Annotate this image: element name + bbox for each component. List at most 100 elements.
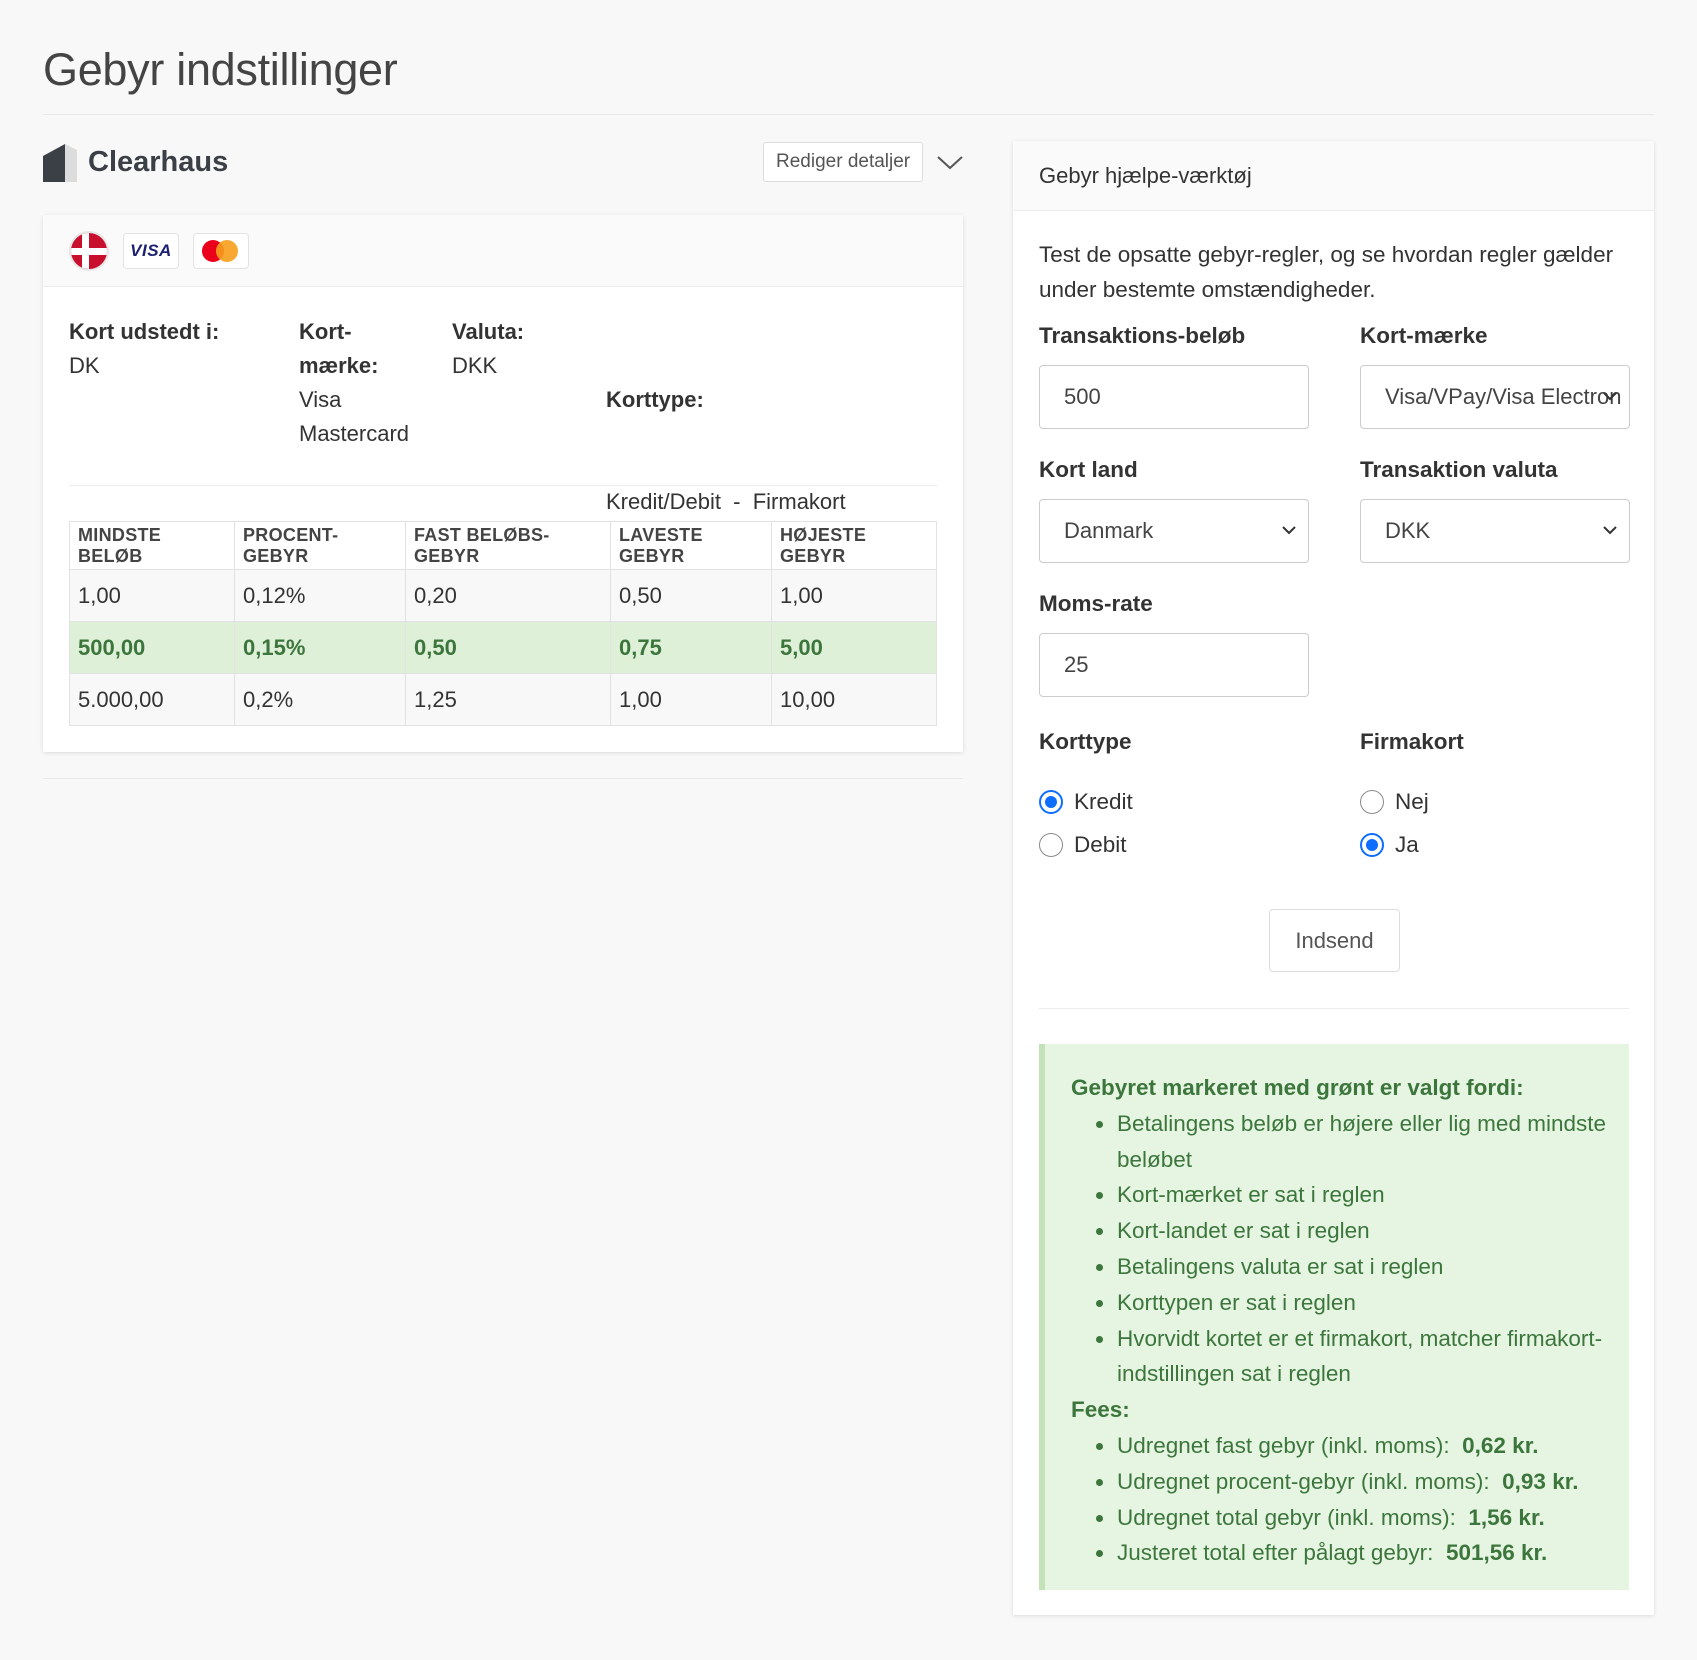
radio-label: Ja — [1395, 832, 1419, 857]
table-cell: 0,50 — [610, 569, 772, 622]
fee-value: 1,56 kr. — [1468, 1504, 1545, 1530]
radio-label: Debit — [1074, 832, 1127, 857]
currency-label: Valuta: — [452, 319, 525, 344]
radio-label: Kredit — [1074, 789, 1133, 814]
visa-wordmark: VISA — [130, 240, 172, 260]
table-cell: 0,20 — [405, 569, 611, 622]
col-header: MINDSTE BELØB — [69, 521, 235, 570]
section-divider — [43, 778, 963, 779]
radio-credit[interactable]: Kredit — [1039, 789, 1133, 815]
col-header: FAST BELØBS-GEBYR — [405, 521, 611, 570]
chevron-down-icon — [1603, 392, 1617, 401]
card-brand-selected: Visa/VPay/Visa Electron — [1385, 384, 1622, 409]
chevron-down-icon — [1282, 526, 1296, 535]
currency-selected: DKK — [1385, 518, 1431, 543]
info-issued-in: Kort udstedt i: DK — [69, 315, 219, 383]
fee-value: 0,62 kr. — [1462, 1432, 1539, 1458]
list-item: Hvorvidt kortet er et firmakort, matcher… — [1096, 1321, 1629, 1393]
amount-input[interactable]: 500 — [1039, 365, 1309, 429]
fee-rule-card: VISA Kort udstedt i: DK Kort- mærke: Vis… — [43, 215, 963, 752]
edit-details-button[interactable]: Rediger detaljer — [763, 142, 924, 182]
info-currency: Valuta: DKK — [452, 315, 524, 383]
card-country-select[interactable]: Danmark — [1039, 499, 1309, 563]
card-brand-label: Kort- — [299, 319, 352, 344]
card-type-label: Korttype: — [606, 387, 704, 412]
fee-label: Udregnet procent-gebyr (inkl. moms): — [1117, 1468, 1490, 1494]
provider-name: Clearhaus — [88, 146, 229, 178]
fee-label: Udregnet fast gebyr (inkl. moms): — [1117, 1432, 1450, 1458]
table-cell: 1,25 — [405, 673, 611, 726]
radio-button[interactable] — [1039, 790, 1063, 814]
table-cell: 5.000,00 — [69, 673, 235, 726]
table-cell: 10,00 — [771, 673, 937, 726]
corporate-card-label: Firmakort — [1360, 729, 1464, 754]
list-item: Betalingens beløb er højere eller lig me… — [1096, 1106, 1629, 1178]
flag-denmark-icon — [69, 230, 109, 271]
table-cell: 0,15% — [234, 621, 406, 674]
table-cell: 500,00 — [69, 621, 235, 674]
fees-list: Udregnet fast gebyr (inkl. moms): 0,62 k… — [1071, 1428, 1629, 1571]
currency-label: Transaktion valuta — [1360, 457, 1558, 482]
fees-heading: Fees: — [1071, 1397, 1130, 1423]
page-title: Gebyr indstillinger — [43, 44, 398, 95]
card-brand-select[interactable]: Visa/VPay/Visa Electron — [1360, 365, 1630, 429]
clearhaus-logo-icon — [43, 144, 77, 182]
radio-corporate-no[interactable]: Nej — [1360, 789, 1429, 815]
table-cell: 0,75 — [610, 621, 772, 674]
list-item: Udregnet total gebyr (inkl. moms): 1,56 … — [1096, 1500, 1629, 1536]
card-brand-value: Mastercard — [299, 421, 410, 446]
col-header: LAVESTE GEBYR — [610, 521, 772, 570]
table-cell: 0,50 — [405, 621, 611, 674]
table-cell: 1,00 — [610, 673, 772, 726]
table-row-selected: 500,00 0,15% 0,50 0,75 5,00 — [69, 621, 937, 674]
info-divider — [69, 485, 937, 486]
fee-label: Udregnet total gebyr (inkl. moms): — [1117, 1504, 1456, 1530]
radio-button[interactable] — [1039, 833, 1063, 857]
card-brand-label: Kort-mærke — [1360, 323, 1488, 348]
list-item: Korttypen er sat i reglen — [1096, 1285, 1629, 1321]
reason-heading: Gebyret markeret med grønt er valgt ford… — [1071, 1075, 1524, 1100]
table-header-row: MINDSTE BELØB PROCENT-GEBYR FAST BELØBS-… — [69, 521, 937, 570]
tool-intro: Test de opsatte gebyr-regler, og se hvor… — [1039, 242, 1614, 302]
card-type-value: Kredit/Debit - Firmakort — [606, 489, 846, 514]
col-header: HØJESTE GEBYR — [771, 521, 937, 570]
table-cell: 1,00 — [771, 569, 937, 622]
issued-in-label: Kort udstedt i: — [69, 319, 220, 344]
table-cell: 1,00 — [69, 569, 235, 622]
vat-input[interactable]: 25 — [1039, 633, 1309, 697]
visa-icon: VISA — [123, 232, 179, 269]
table-cell: 0,2% — [234, 673, 406, 726]
list-item: Justeret total efter pålagt gebyr: 501,5… — [1096, 1535, 1629, 1571]
fee-value: 0,93 kr. — [1502, 1468, 1579, 1494]
col-header: PROCENT-GEBYR — [234, 521, 406, 570]
title-divider — [43, 114, 1654, 115]
list-item: Kort-mærket er sat i reglen — [1096, 1177, 1629, 1213]
radio-button[interactable] — [1360, 833, 1384, 857]
vat-label: Moms-rate — [1039, 591, 1153, 616]
reason-list: Betalingens beløb er højere eller lig me… — [1071, 1106, 1629, 1392]
chevron-down-icon[interactable] — [935, 148, 965, 176]
card-type-label: Korttype — [1039, 729, 1132, 754]
currency-value: DKK — [452, 353, 498, 378]
radio-button[interactable] — [1360, 790, 1384, 814]
fee-value: 501,56 kr. — [1445, 1540, 1548, 1566]
table-cell: 0,12% — [234, 569, 406, 622]
list-item: Betalingens valuta er sat i reglen — [1096, 1249, 1629, 1285]
card-country-label: Kort land — [1039, 457, 1138, 482]
card-brand-value: Visa — [299, 387, 342, 412]
amount-label: Transaktions-beløb — [1039, 323, 1246, 348]
card-brand-label-cont: mærke: — [299, 353, 379, 378]
radio-debit[interactable]: Debit — [1039, 832, 1127, 858]
rule-info: Kort udstedt i: DK Kort- mærke: Visa Mas… — [43, 287, 963, 514]
submit-button[interactable]: Indsend — [1269, 909, 1400, 972]
list-item: Udregnet fast gebyr (inkl. moms): 0,62 k… — [1096, 1428, 1629, 1464]
chevron-down-icon — [1603, 526, 1617, 535]
fee-table: MINDSTE BELØB PROCENT-GEBYR FAST BELØBS-… — [69, 521, 937, 726]
table-row: 5.000,00 0,2% 1,25 1,00 10,00 — [69, 673, 937, 726]
card-country-selected: Danmark — [1064, 518, 1154, 543]
issued-in-value: DK — [69, 353, 100, 378]
currency-select[interactable]: DKK — [1360, 499, 1630, 563]
table-row: 1,00 0,12% 0,20 0,50 1,00 — [69, 569, 937, 622]
radio-corporate-yes[interactable]: Ja — [1360, 832, 1419, 858]
tool-title: Gebyr hjælpe-værktøj — [1013, 141, 1654, 211]
